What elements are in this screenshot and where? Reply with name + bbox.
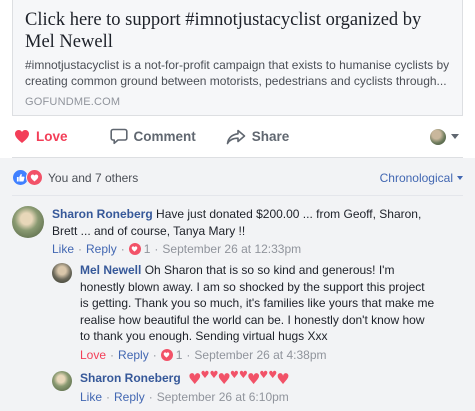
heart-icon: ♥♥ [259,369,278,381]
comment-author[interactable]: Sharon Roneberg [80,371,181,385]
love-reaction-icon [26,169,43,186]
like-link[interactable]: Like [52,242,74,256]
comment-button[interactable]: Comment [109,128,196,145]
reaction-count[interactable]: 1 [176,348,183,362]
avatar [430,128,446,145]
reaction-count[interactable]: 1 [144,242,151,256]
hearts-emoji: ♥ ♥♥ ♥ ♥♥ ♥ ♥♥ ♥ [188,369,290,388]
separator-dot: · [120,242,125,256]
separator-dot: · [152,347,157,362]
heart-icon: ♥♥ [200,369,219,381]
comment-meta: Like · Reply · 1 · September 26 at 12:33… [52,242,452,256]
comment-text-line: to thank you enough. Sending virtual hug… [80,329,328,343]
card-title-line: Click here to support #imnotjustacyclist… [25,10,422,30]
reply-link[interactable]: Reply [118,348,149,362]
love-button[interactable]: Love [14,129,68,144]
comment-sort-dropdown[interactable]: Chronological [380,171,463,185]
comment-icon [109,128,128,145]
comment-button-label: Comment [133,129,196,144]
card-description-line: creating common ground between motorists… [25,74,447,88]
card-description-line: #imnotjustacyclist is a not-for-profit c… [25,58,450,72]
separator-dot: · [110,347,115,362]
card-title[interactable]: Click here to support #imnotjustacyclist… [25,9,450,53]
love-reaction-icon[interactable] [160,348,173,361]
comment-text-line: Oh Sharon that is so so kind and generou… [144,263,395,277]
avatar[interactable] [52,263,72,283]
comment-text: Mel Newell Oh Sharon that is so so kind … [80,262,460,345]
separator-dot: · [78,242,83,256]
comment-author[interactable]: Mel Newell [80,263,141,277]
avatar[interactable] [52,371,72,391]
card-title-line: Mel Newell [25,32,113,52]
card-description: #imnotjustacyclist is a not-for-profit c… [25,57,450,89]
link-preview-card[interactable]: Click here to support #imnotjustacyclist… [12,0,463,116]
card-domain: GOFUNDME.COM [25,96,121,108]
comment-timestamp[interactable]: September 26 at 6:10pm [157,390,289,404]
heart-icon: ♥ [246,369,261,388]
post-action-bar: Love Comment Share [12,116,463,158]
comment-timestamp[interactable]: September 26 at 12:33pm [162,242,301,256]
post-as-selector[interactable] [430,128,459,145]
avatar[interactable] [12,206,44,238]
heart-icon [15,130,29,143]
separator-dot: · [106,389,111,404]
comment-author[interactable]: Sharon Roneberg [52,207,153,221]
comment-text: Sharon Roneberg Have just donated $200.0… [52,206,452,239]
heart-icon: ♥ [188,369,202,388]
heart-icon: ♥♥ [229,369,248,381]
comment: Sharon Roneberg Have just donated $200.0… [12,206,463,256]
reactions-summary[interactable]: You and 7 others [48,171,138,185]
comment-text-line: is getting. Thank you so much, it's fami… [80,296,435,310]
comment-sort-label: Chronological [379,170,453,185]
share-button[interactable]: Share [226,129,290,145]
separator-dot: · [148,389,153,404]
comment-meta: Like · Reply · September 26 at 6:10pm [80,390,460,404]
reply-link[interactable]: Reply [114,390,145,404]
heart-icon: ♥ [217,369,231,388]
love-button-label: Love [36,129,68,144]
separator-dot: · [186,347,191,362]
reply-comment: Mel Newell Oh Sharon that is so so kind … [52,262,463,362]
separator-dot: · [154,242,159,256]
comment-text: Sharon Roneberg ♥ ♥♥ ♥ ♥♥ ♥ ♥♥ ♥ [80,370,460,387]
chevron-down-icon [451,134,459,139]
share-icon [226,129,246,144]
comment-text-line: realise how beautiful the world can be. … [80,312,425,327]
reply-link[interactable]: Reply [86,242,117,256]
like-link[interactable]: Like [80,390,102,404]
comments-section: You and 7 others Chronological Sharon Ro… [0,158,475,411]
reply-comment: Sharon Roneberg ♥ ♥♥ ♥ ♥♥ ♥ ♥♥ ♥ Like · Reply … [52,370,463,404]
heart-icon: ♥ [276,369,290,388]
comment-text-line: Have just donated $200.00 ... from Geoff… [156,207,422,221]
comment-timestamp[interactable]: September 26 at 4:38pm [194,348,326,362]
comment-meta: Love · Reply · 1 · September 26 at 4:38p… [80,348,460,362]
comment-text-line: honestly blown away. I am so shocked by … [80,279,425,294]
share-button-label: Share [251,129,290,144]
chevron-down-icon [457,175,463,180]
love-link[interactable]: Love [80,348,106,362]
love-reaction-icon[interactable] [128,243,141,255]
divider [12,195,463,196]
reaction-icons[interactable] [12,169,43,186]
reactions-row: You and 7 others Chronological [12,169,463,186]
comment-text-line: Brett ... and of course, Tanya Mary !! [52,223,246,238]
